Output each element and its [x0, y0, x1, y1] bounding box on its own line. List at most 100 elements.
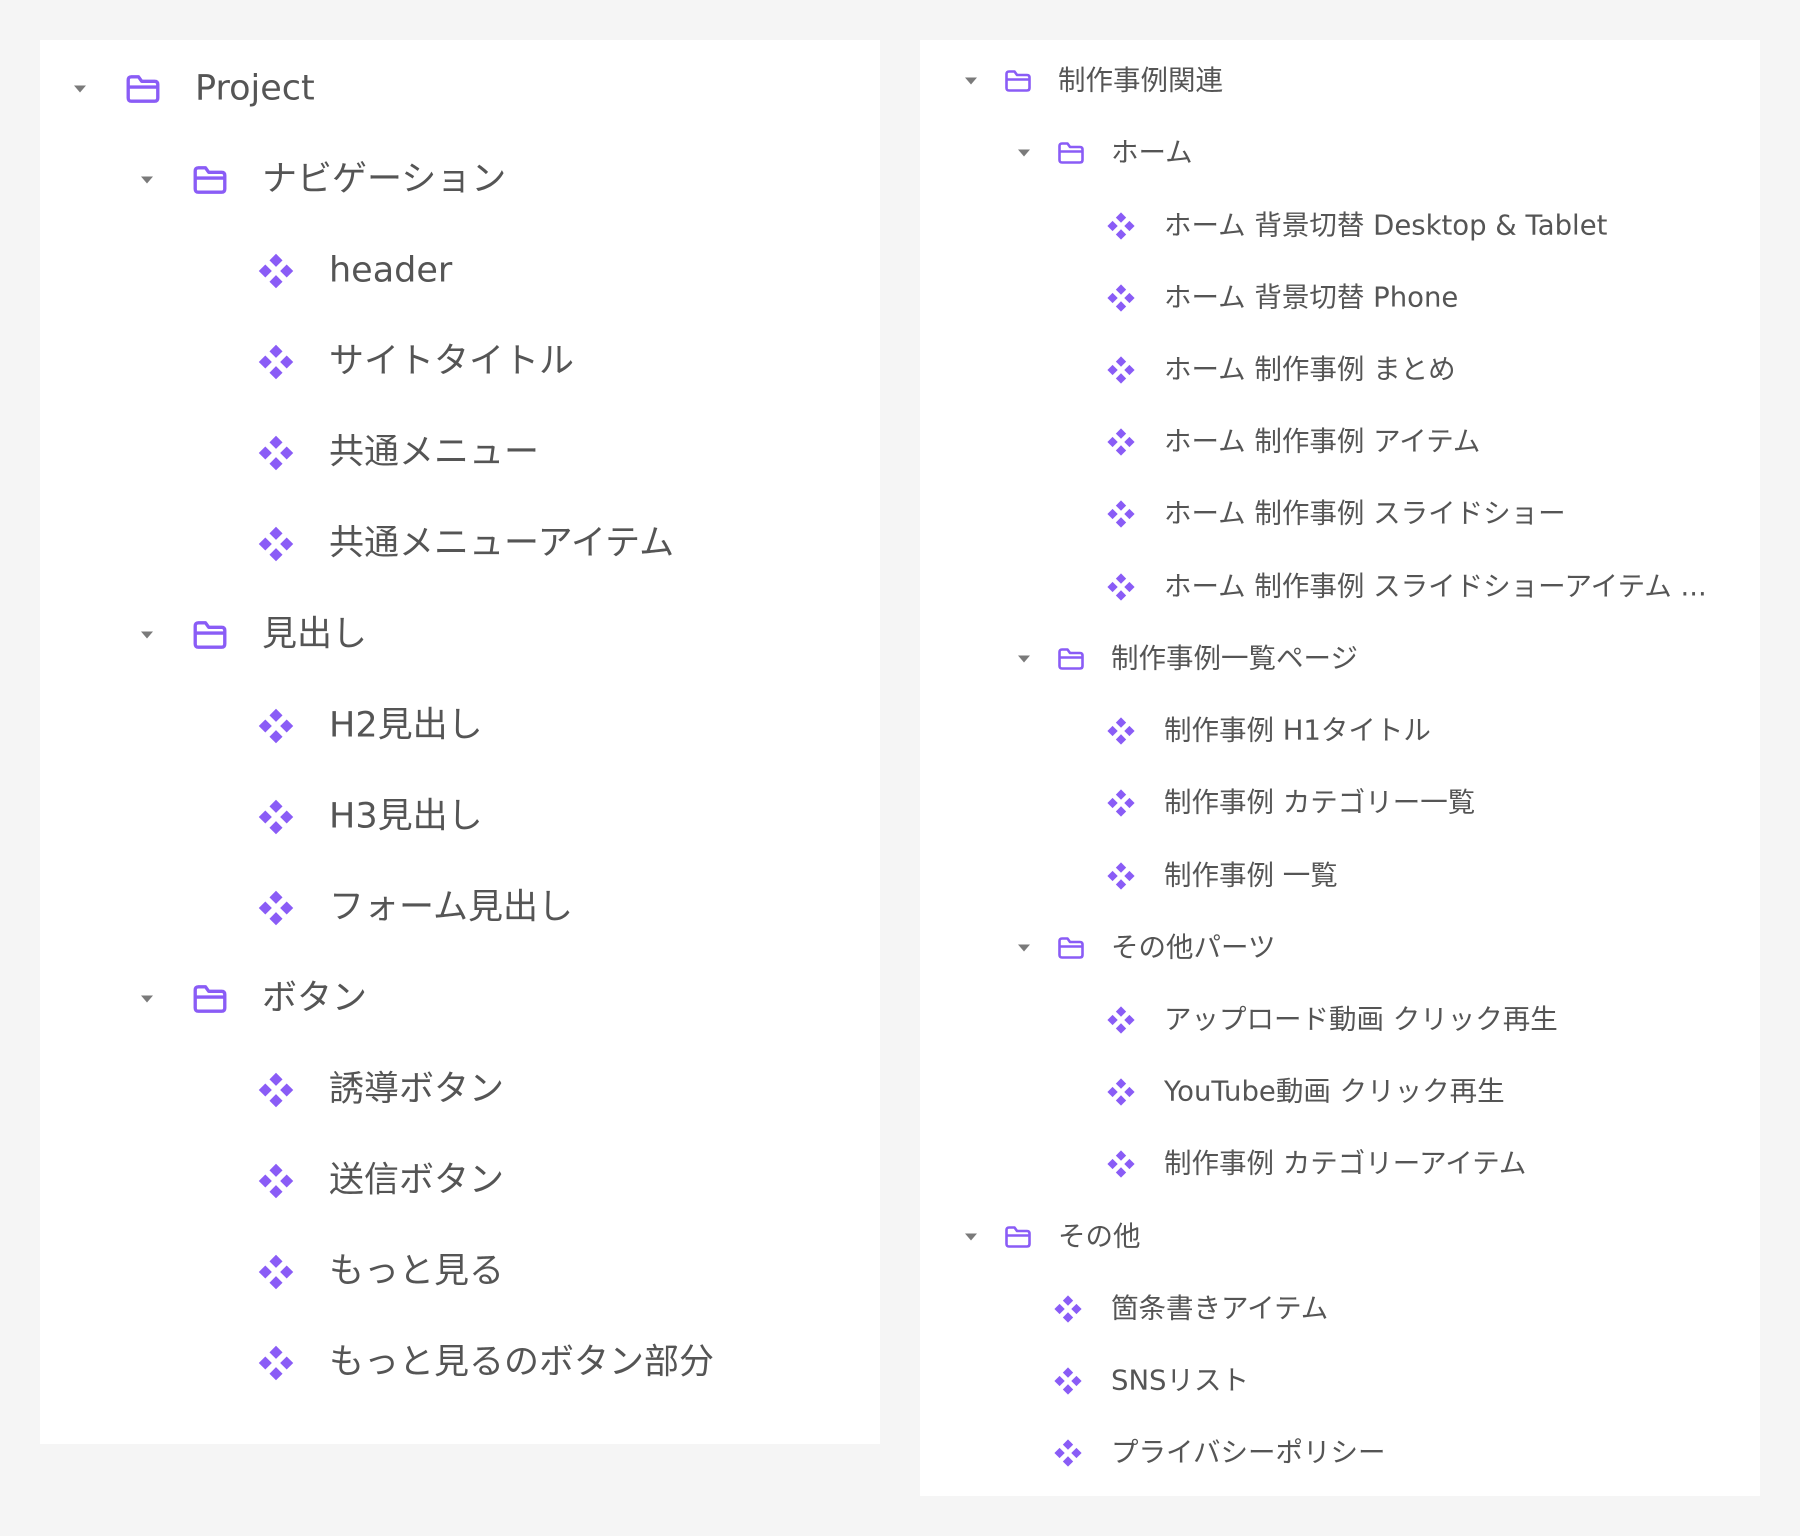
item-label: 制作事例 カテゴリーアイテム — [1164, 1147, 1527, 1180]
tree-item[interactable]: 共通メニューアイテム — [40, 521, 880, 567]
item-label: 共通メニューアイテム — [329, 523, 675, 564]
folder-label: ボタン — [262, 978, 368, 1019]
tree-item[interactable]: ホーム 背景切替 Phone — [920, 278, 1760, 318]
item-label: プライバシーポリシー — [1111, 1436, 1386, 1469]
component-icon — [1053, 1438, 1083, 1468]
tree-item[interactable]: アップロード動画 クリック再生 — [920, 1000, 1760, 1040]
component-icon — [1053, 1366, 1083, 1396]
caret-down-icon[interactable] — [141, 176, 153, 184]
component-icon — [1106, 283, 1136, 313]
tree-item[interactable]: YouTube動画 クリック再生 — [920, 1072, 1760, 1112]
tree-folder-project[interactable]: Project — [40, 66, 880, 112]
item-label: もっと見るのボタン部分 — [329, 1342, 715, 1383]
tree-item[interactable]: プライバシーポリシー — [920, 1433, 1760, 1473]
folder-label: 制作事例関連 — [1058, 64, 1223, 97]
folder-icon — [1004, 1225, 1032, 1249]
tree-folder-works-list[interactable]: 制作事例一覧ページ — [920, 639, 1760, 679]
component-icon — [1106, 427, 1136, 457]
tree-item[interactable]: header — [40, 248, 880, 294]
tree-item[interactable]: もっと見るのボタン部分 — [40, 1340, 880, 1386]
tree-item[interactable]: ホーム 制作事例 まとめ — [920, 350, 1760, 390]
caret-down-icon[interactable] — [141, 995, 153, 1003]
component-icon — [257, 525, 295, 563]
folder-label: ホーム — [1111, 136, 1193, 169]
tree-item[interactable]: フォーム見出し — [40, 885, 880, 931]
component-icon — [1106, 1005, 1136, 1035]
item-label: H2見出し — [329, 705, 483, 746]
folder-label: その他 — [1058, 1220, 1141, 1253]
component-icon — [1106, 788, 1136, 818]
component-icon — [1106, 499, 1136, 529]
tree-item[interactable]: 制作事例 一覧 — [920, 856, 1760, 896]
tree-folder-headings[interactable]: 見出し — [40, 612, 880, 658]
tree-item[interactable]: 送信ボタン — [40, 1158, 880, 1204]
tree-item[interactable]: 誘導ボタン — [40, 1067, 880, 1113]
component-icon — [1106, 1077, 1136, 1107]
component-icon — [257, 434, 295, 472]
tree-item[interactable]: ホーム 制作事例 スライドショー — [920, 494, 1760, 534]
folder-icon — [125, 74, 161, 105]
tree-item[interactable]: ホーム 背景切替 Desktop & Tablet — [920, 206, 1760, 246]
caret-down-icon[interactable] — [965, 1233, 977, 1241]
folder-icon — [1004, 69, 1032, 93]
component-icon — [257, 343, 295, 381]
tree-item[interactable]: ホーム 制作事例 アイテム — [920, 422, 1760, 462]
caret-down-icon[interactable] — [965, 77, 977, 85]
tree-item[interactable]: ホーム 制作事例 スライドショーアイテム ... — [920, 567, 1760, 607]
item-label: H3見出し — [329, 796, 483, 837]
tree-folder-works[interactable]: 制作事例関連 — [920, 61, 1760, 101]
tree-item[interactable]: H2見出し — [40, 703, 880, 749]
tree-folder-navigation[interactable]: ナビゲーション — [40, 157, 880, 203]
component-icon — [1106, 211, 1136, 241]
item-label: ホーム 制作事例 スライドショー — [1164, 497, 1566, 530]
tree-folder-other-parts[interactable]: その他パーツ — [920, 928, 1760, 968]
tree-folder-home[interactable]: ホーム — [920, 133, 1760, 173]
item-label: アップロード動画 クリック再生 — [1164, 1003, 1558, 1036]
item-label: header — [329, 250, 453, 291]
caret-down-icon[interactable] — [1018, 655, 1030, 663]
component-icon — [257, 1071, 295, 1109]
tree-item[interactable]: もっと見る — [40, 1249, 880, 1295]
layers-panel-left: Project ナビゲーション header サイトタイトル 共通メニュー 共通… — [40, 40, 880, 1444]
tree-item[interactable]: サイトタイトル — [40, 339, 880, 385]
caret-down-icon[interactable] — [1018, 944, 1030, 952]
caret-down-icon[interactable] — [1018, 149, 1030, 157]
component-icon — [257, 798, 295, 836]
tree-item[interactable]: 制作事例 カテゴリー一覧 — [920, 783, 1760, 823]
item-label: 誘導ボタン — [329, 1069, 505, 1110]
component-icon — [257, 1344, 295, 1382]
item-label: ホーム 制作事例 スライドショーアイテム ... — [1164, 570, 1707, 603]
tree-item[interactable]: H3見出し — [40, 794, 880, 840]
item-label: 共通メニュー — [329, 432, 540, 473]
folder-icon — [1057, 141, 1085, 165]
folder-icon — [192, 984, 228, 1015]
item-label: 制作事例 H1タイトル — [1164, 714, 1431, 747]
item-label: 制作事例 一覧 — [1164, 859, 1338, 892]
folder-icon — [1057, 647, 1085, 671]
tree-item[interactable]: 制作事例 カテゴリーアイテム — [920, 1144, 1760, 1184]
tree-folder-buttons[interactable]: ボタン — [40, 976, 880, 1022]
item-label: 送信ボタン — [329, 1160, 505, 1201]
item-label: ホーム 背景切替 Phone — [1164, 281, 1459, 314]
folder-label: ナビゲーション — [262, 159, 507, 200]
item-label: 制作事例 カテゴリー一覧 — [1164, 786, 1476, 819]
component-icon — [1106, 355, 1136, 385]
folder-label: Project — [195, 68, 315, 109]
component-icon — [257, 1162, 295, 1200]
item-label: もっと見る — [329, 1251, 505, 1292]
item-label: 箇条書きアイテム — [1111, 1292, 1329, 1325]
component-icon — [1106, 1149, 1136, 1179]
tree-item[interactable]: 箇条書きアイテム — [920, 1289, 1760, 1329]
caret-down-icon[interactable] — [141, 631, 153, 639]
tree-item[interactable]: SNSリスト — [920, 1361, 1760, 1401]
folder-icon — [192, 620, 228, 651]
caret-down-icon[interactable] — [74, 85, 86, 93]
tree-folder-other[interactable]: その他 — [920, 1217, 1760, 1257]
item-label: ホーム 制作事例 アイテム — [1164, 425, 1481, 458]
component-icon — [1106, 861, 1136, 891]
tree-item[interactable]: 共通メニュー — [40, 430, 880, 476]
folder-label: 制作事例一覧ページ — [1111, 642, 1358, 675]
component-icon — [257, 707, 295, 745]
tree-item[interactable]: 制作事例 H1タイトル — [920, 711, 1760, 751]
item-label: ホーム 背景切替 Desktop & Tablet — [1164, 209, 1608, 242]
